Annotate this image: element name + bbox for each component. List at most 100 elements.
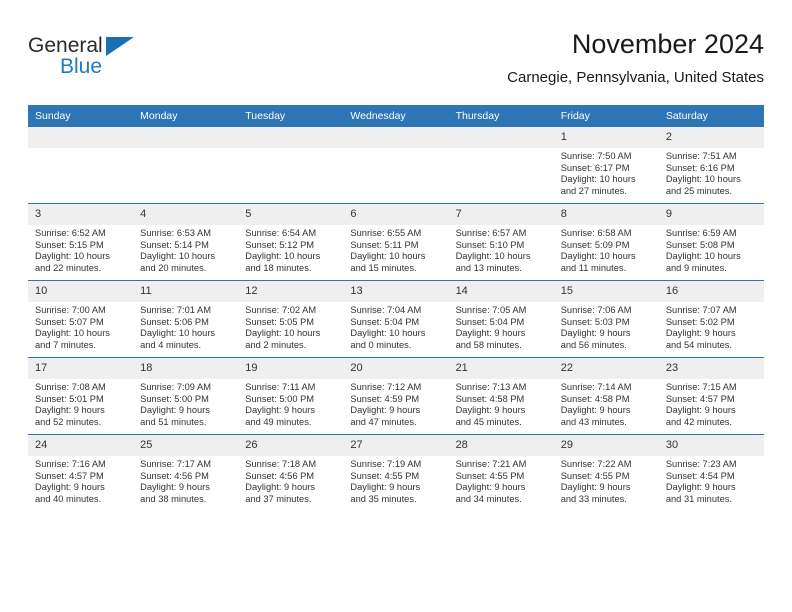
day-number: 6 [343, 204, 449, 225]
sunrise-text: Sunrise: 7:50 AM [560, 151, 632, 161]
day-details: Sunrise: 6:59 AM Sunset: 5:08 PM Daylight:… [659, 225, 764, 274]
daylight-text: and 34 minutes. [455, 493, 522, 504]
calendar-day-cell[interactable]: 27 Sunrise: 7:19 AM Sunset: 4:55 PM Dayligh… [343, 434, 449, 511]
day-number: 29 [553, 435, 659, 456]
day-details [133, 148, 238, 151]
calendar-week-row: 17 Sunrise: 7:08 AM Sunset: 5:01 PM Dayligh… [28, 357, 764, 435]
sunrise-text: Sunrise: 6:55 AM [350, 228, 422, 238]
calendar-page: General Blue November 2024 Carnegie, Pen… [0, 0, 792, 612]
daylight-text: and 18 minutes. [245, 262, 312, 273]
day-details: Sunrise: 7:11 AM Sunset: 5:00 PM Daylight:… [238, 379, 343, 428]
day-number: 28 [448, 435, 554, 456]
calendar-day-cell[interactable]: 13 Sunrise: 7:04 AM Sunset: 5:04 PM Dayligh… [343, 280, 449, 358]
daylight-text: and 58 minutes. [455, 339, 522, 350]
calendar-day-cell[interactable]: 25 Sunrise: 7:17 AM Sunset: 4:56 PM Dayligh… [133, 434, 239, 511]
day-details: Sunrise: 7:17 AM Sunset: 4:56 PM Daylight:… [133, 456, 238, 505]
calendar-day-cell[interactable]: 14 Sunrise: 7:05 AM Sunset: 5:04 PM Dayligh… [448, 280, 554, 358]
calendar-day-cell[interactable]: 26 Sunrise: 7:18 AM Sunset: 4:56 PM Dayligh… [238, 434, 344, 511]
day-number: 27 [343, 435, 449, 456]
sunset-text: Sunset: 6:17 PM [560, 162, 630, 173]
calendar-day-cell[interactable]: 22 Sunrise: 7:14 AM Sunset: 4:58 PM Dayligh… [553, 357, 659, 435]
day-number: 15 [553, 281, 659, 302]
calendar-week-row: 10 Sunrise: 7:00 AM Sunset: 5:07 PM Dayligh… [28, 280, 764, 358]
day-details: Sunrise: 7:06 AM Sunset: 5:03 PM Daylight:… [554, 302, 659, 351]
calendar-day-cell[interactable]: 4 Sunrise: 6:53 AM Sunset: 5:14 PM Daylight… [133, 203, 239, 281]
calendar-cell-empty [28, 127, 134, 204]
weekday-header-tuesday: Tuesday [238, 105, 344, 127]
daylight-text: Daylight: 10 hours [35, 251, 110, 262]
day-details: Sunrise: 7:04 AM Sunset: 5:04 PM Daylight:… [343, 302, 448, 351]
daylight-text: and 13 minutes. [455, 262, 522, 273]
sunrise-text: Sunrise: 7:05 AM [455, 305, 527, 315]
daylight-text: Daylight: 9 hours [140, 482, 210, 493]
generalblue-logo[interactable]: General Blue [28, 34, 228, 90]
daylight-text: Daylight: 9 hours [560, 482, 631, 493]
day-number: 7 [448, 204, 554, 225]
daylight-text: Daylight: 9 hours [455, 328, 526, 339]
sunrise-text: Sunrise: 7:16 AM [35, 459, 106, 469]
calendar-day-cell[interactable]: 12 Sunrise: 7:02 AM Sunset: 5:05 PM Dayligh… [238, 280, 344, 358]
daylight-text: Daylight: 9 hours [665, 482, 736, 493]
calendar-day-cell[interactable]: 24 Sunrise: 7:16 AM Sunset: 4:57 PM Dayligh… [28, 434, 134, 511]
day-details: Sunrise: 6:58 AM Sunset: 5:09 PM Daylight:… [554, 225, 659, 274]
daylight-text: Daylight: 10 hours [560, 174, 636, 185]
day-number: 11 [133, 281, 239, 302]
daylight-text: Daylight: 9 hours [560, 328, 631, 339]
daylight-text: Daylight: 9 hours [350, 405, 421, 416]
calendar-day-cell[interactable]: 9 Sunrise: 6:59 AM Sunset: 5:08 PM Daylight… [658, 203, 764, 281]
calendar-day-cell[interactable]: 16 Sunrise: 7:07 AM Sunset: 5:02 PM Dayligh… [658, 280, 764, 358]
daylight-text: and 52 minutes. [35, 416, 102, 427]
day-number: 30 [658, 435, 764, 456]
calendar-day-cell[interactable]: 19 Sunrise: 7:11 AM Sunset: 5:00 PM Dayligh… [238, 357, 344, 435]
calendar-day-cell[interactable]: 1 Sunrise: 7:50 AM Sunset: 6:17 PM Daylight… [553, 127, 659, 204]
triangle-icon [106, 37, 134, 56]
calendar-day-cell[interactable]: 17 Sunrise: 7:08 AM Sunset: 5:01 PM Dayligh… [28, 357, 134, 435]
day-number: 23 [658, 358, 764, 379]
day-number: 26 [238, 435, 344, 456]
daylight-text: and 31 minutes. [665, 493, 732, 504]
calendar-day-cell[interactable]: 8 Sunrise: 6:58 AM Sunset: 5:09 PM Daylight… [553, 203, 659, 281]
calendar-day-cell[interactable]: 7 Sunrise: 6:57 AM Sunset: 5:10 PM Daylight… [448, 203, 554, 281]
day-number [133, 127, 239, 148]
day-number: 12 [238, 281, 344, 302]
calendar-day-cell[interactable]: 21 Sunrise: 7:13 AM Sunset: 4:58 PM Dayligh… [448, 357, 554, 435]
day-details: Sunrise: 7:09 AM Sunset: 5:00 PM Daylight:… [133, 379, 238, 428]
sunset-text: Sunset: 5:07 PM [35, 316, 104, 327]
calendar-day-cell[interactable]: 30 Sunrise: 7:23 AM Sunset: 4:54 PM Dayligh… [658, 434, 764, 511]
sunset-text: Sunset: 5:11 PM [350, 239, 419, 250]
sunset-text: Sunset: 5:02 PM [665, 316, 735, 327]
day-details: Sunrise: 7:22 AM Sunset: 4:55 PM Daylight:… [554, 456, 659, 505]
sunrise-text: Sunrise: 7:06 AM [560, 305, 632, 315]
sunset-text: Sunset: 5:00 PM [140, 393, 209, 404]
daylight-text: Daylight: 9 hours [665, 328, 736, 339]
calendar-day-cell[interactable]: 10 Sunrise: 7:00 AM Sunset: 5:07 PM Dayligh… [28, 280, 134, 358]
calendar-cell-empty [448, 127, 554, 204]
calendar-day-cell[interactable]: 11 Sunrise: 7:01 AM Sunset: 5:06 PM Dayligh… [133, 280, 239, 358]
calendar-day-cell[interactable]: 20 Sunrise: 7:12 AM Sunset: 4:59 PM Dayligh… [343, 357, 449, 435]
weekday-header-sunday: Sunday [28, 105, 134, 127]
daylight-text: Daylight: 9 hours [245, 405, 316, 416]
sunset-text: Sunset: 4:57 PM [35, 470, 104, 481]
daylight-text: Daylight: 9 hours [35, 482, 105, 493]
calendar-day-cell[interactable]: 23 Sunrise: 7:15 AM Sunset: 4:57 PM Dayligh… [658, 357, 764, 435]
sunset-text: Sunset: 4:56 PM [140, 470, 209, 481]
calendar-day-cell[interactable]: 5 Sunrise: 6:54 AM Sunset: 5:12 PM Daylight… [238, 203, 344, 281]
calendar-day-cell[interactable]: 2 Sunrise: 7:51 AM Sunset: 6:16 PM Daylight… [658, 127, 764, 204]
sunrise-text: Sunrise: 7:08 AM [35, 382, 106, 392]
day-number: 9 [658, 204, 764, 225]
daylight-text: Daylight: 10 hours [245, 328, 321, 339]
day-details: Sunrise: 7:21 AM Sunset: 4:55 PM Daylight:… [449, 456, 554, 505]
sunset-text: Sunset: 4:54 PM [665, 470, 735, 481]
calendar-day-cell[interactable]: 18 Sunrise: 7:09 AM Sunset: 5:00 PM Dayligh… [133, 357, 239, 435]
day-number: 18 [133, 358, 239, 379]
sunrise-text: Sunrise: 6:57 AM [455, 228, 527, 238]
daylight-text: Daylight: 9 hours [245, 482, 316, 493]
calendar-day-cell[interactable]: 15 Sunrise: 7:06 AM Sunset: 5:03 PM Dayligh… [553, 280, 659, 358]
calendar-day-cell[interactable]: 3 Sunrise: 6:52 AM Sunset: 5:15 PM Daylight… [28, 203, 134, 281]
calendar-day-cell[interactable]: 6 Sunrise: 6:55 AM Sunset: 5:11 PM Daylight… [343, 203, 449, 281]
day-number: 2 [658, 127, 764, 148]
daylight-text: and 45 minutes. [455, 416, 522, 427]
calendar-day-cell[interactable]: 28 Sunrise: 7:21 AM Sunset: 4:55 PM Dayligh… [448, 434, 554, 511]
calendar-day-cell[interactable]: 29 Sunrise: 7:22 AM Sunset: 4:55 PM Dayligh… [553, 434, 659, 511]
daylight-text: and 9 minutes. [665, 262, 727, 273]
